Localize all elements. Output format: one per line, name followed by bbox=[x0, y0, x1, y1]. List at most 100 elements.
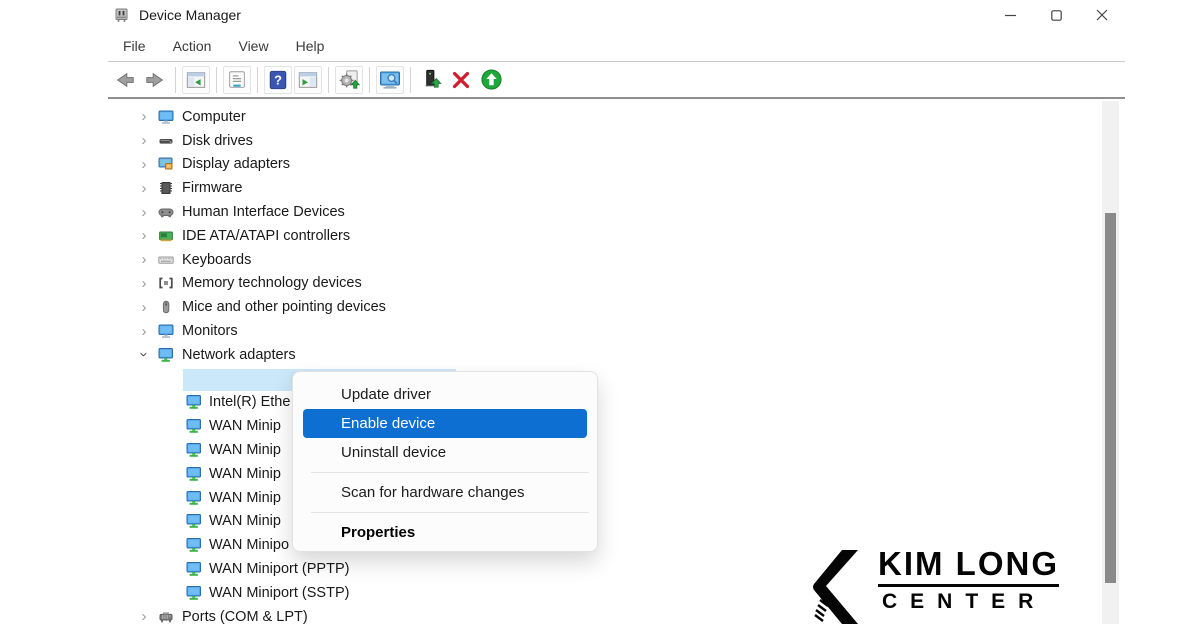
tree-item-keyboards[interactable]: › Keyboards bbox=[108, 248, 1125, 272]
scan-monitor-icon bbox=[378, 68, 402, 92]
menu-action[interactable]: Action bbox=[164, 34, 221, 58]
properties-doc-icon bbox=[226, 69, 248, 91]
network-adapter-icon bbox=[185, 537, 203, 553]
logo-text-line1: KIM LONG bbox=[878, 546, 1059, 582]
scan-hardware-changes-button[interactable] bbox=[376, 66, 404, 94]
chevron-right-icon[interactable]: › bbox=[137, 276, 151, 291]
menu-file[interactable]: File bbox=[114, 34, 155, 58]
update-driver-button[interactable] bbox=[477, 66, 505, 94]
tree-item-network-adapters[interactable]: › Network adapters bbox=[108, 343, 1125, 367]
tree-item-computer[interactable]: › Computer bbox=[108, 105, 1125, 129]
keyboard-icon bbox=[157, 252, 175, 268]
close-button[interactable] bbox=[1079, 0, 1125, 30]
network-adapter-icon bbox=[185, 418, 203, 434]
title-bar: Device Manager bbox=[108, 0, 1125, 30]
tree-item-monitors[interactable]: › Monitors bbox=[108, 319, 1125, 343]
tree-item-wan-miniport[interactable]: WAN Minip bbox=[108, 462, 1125, 486]
network-adapter-icon bbox=[185, 394, 203, 410]
computer-icon bbox=[157, 109, 175, 125]
toolbar-separator bbox=[257, 67, 258, 93]
minimize-button[interactable] bbox=[987, 0, 1033, 30]
vertical-scrollbar[interactable] bbox=[1102, 101, 1119, 624]
window-title: Device Manager bbox=[139, 7, 241, 23]
tree-item-memory-technology-devices[interactable]: › Memory technology devices bbox=[108, 272, 1125, 296]
screen: Device Manager File Action View Help bbox=[0, 0, 1200, 628]
help-button[interactable] bbox=[264, 66, 292, 94]
tree-item-ide-controllers[interactable]: › IDE ATA/ATAPI controllers bbox=[108, 224, 1125, 248]
tree-item-wan-miniport[interactable]: WAN Minip bbox=[108, 414, 1125, 438]
chevron-right-icon[interactable]: › bbox=[137, 324, 151, 339]
menu-separator bbox=[311, 472, 589, 473]
show-action-pane-button[interactable] bbox=[294, 66, 322, 94]
menu-item-properties[interactable]: Properties bbox=[293, 518, 597, 547]
show-console-tree-button[interactable] bbox=[182, 66, 210, 94]
tree-item-human-interface-devices[interactable]: › Human Interface Devices bbox=[108, 200, 1125, 224]
monitor-icon bbox=[157, 323, 175, 339]
forward-button[interactable] bbox=[141, 66, 169, 94]
chevron-down-icon[interactable]: › bbox=[137, 348, 152, 362]
maximize-icon bbox=[1051, 10, 1062, 21]
back-button[interactable] bbox=[111, 66, 139, 94]
menu-item-uninstall-device[interactable]: Uninstall device bbox=[293, 438, 597, 467]
network-adapter-icon bbox=[185, 442, 203, 458]
network-adapter-icon bbox=[185, 561, 203, 577]
scrollbar-thumb[interactable] bbox=[1105, 213, 1116, 583]
close-icon bbox=[1096, 9, 1108, 21]
toolbar-separator bbox=[369, 67, 370, 93]
menu-help[interactable]: Help bbox=[287, 34, 334, 58]
disk-icon bbox=[157, 133, 175, 149]
chevron-right-icon[interactable]: › bbox=[137, 609, 151, 624]
tree-item-disk-drives[interactable]: › Disk drives bbox=[108, 129, 1125, 153]
maximize-button[interactable] bbox=[1033, 0, 1079, 30]
hid-icon bbox=[157, 204, 175, 220]
toolbar-separator bbox=[410, 67, 411, 93]
menu-item-enable-device[interactable]: Enable device bbox=[303, 409, 587, 438]
console-tree-icon bbox=[185, 69, 207, 91]
serial-port-icon bbox=[157, 609, 175, 625]
network-adapter-icon bbox=[185, 466, 203, 482]
display-adapter-icon bbox=[157, 156, 175, 172]
mouse-icon bbox=[157, 299, 175, 315]
action-pane-icon bbox=[297, 69, 319, 91]
ide-controller-icon bbox=[157, 228, 175, 244]
tree-item-wan-miniport[interactable]: WAN Minip bbox=[108, 486, 1125, 510]
enable-device-button[interactable] bbox=[417, 66, 445, 94]
toolbar bbox=[108, 62, 1125, 99]
chevron-right-icon[interactable]: › bbox=[137, 109, 151, 124]
menu-view[interactable]: View bbox=[229, 34, 277, 58]
menu-separator bbox=[311, 512, 589, 513]
chevron-right-icon[interactable]: › bbox=[137, 157, 151, 172]
enable-device-icon bbox=[420, 68, 443, 91]
chevron-right-icon[interactable]: › bbox=[137, 228, 151, 243]
green-up-arrow-icon bbox=[480, 68, 503, 91]
tree-item-intel-dual[interactable]: Intel(R) Dual bbox=[108, 367, 1125, 391]
tree-item-wan-miniport[interactable]: WAN Minip bbox=[108, 438, 1125, 462]
chevron-right-icon[interactable]: › bbox=[137, 300, 151, 315]
red-x-icon bbox=[450, 69, 472, 91]
uninstall-button[interactable] bbox=[447, 66, 475, 94]
menu-bar: File Action View Help bbox=[108, 30, 1125, 62]
tree-item-firmware[interactable]: › Firmware bbox=[108, 176, 1125, 200]
menu-item-scan-hardware-changes[interactable]: Scan for hardware changes bbox=[293, 478, 597, 507]
memory-card-icon bbox=[157, 275, 175, 291]
tree-item-mice[interactable]: › Mice and other pointing devices bbox=[108, 295, 1125, 319]
network-adapter-icon bbox=[185, 585, 203, 601]
update-driver-software-button[interactable] bbox=[335, 66, 363, 94]
back-arrow-icon bbox=[114, 69, 136, 91]
chevron-right-icon[interactable]: › bbox=[137, 252, 151, 267]
context-menu: Update driver Enable device Uninstall de… bbox=[292, 371, 598, 552]
network-adapter-icon bbox=[185, 490, 203, 506]
toolbar-separator bbox=[216, 67, 217, 93]
menu-item-update-driver[interactable]: Update driver bbox=[293, 380, 597, 409]
chevron-right-icon[interactable]: › bbox=[137, 181, 151, 196]
tree-item-wan-miniport[interactable]: WAN Minip bbox=[108, 510, 1125, 534]
network-adapter-icon bbox=[157, 347, 175, 363]
network-adapter-icon bbox=[185, 513, 203, 529]
properties-button[interactable] bbox=[223, 66, 251, 94]
tree-item-intel-ethernet[interactable]: Intel(R) Ethe bbox=[108, 391, 1125, 415]
chevron-right-icon[interactable]: › bbox=[137, 205, 151, 220]
firmware-chip-icon bbox=[157, 180, 175, 196]
logo-text-line2: CENTER bbox=[878, 590, 1059, 614]
chevron-right-icon[interactable]: › bbox=[137, 133, 151, 148]
tree-item-display-adapters[interactable]: › Display adapters bbox=[108, 153, 1125, 177]
